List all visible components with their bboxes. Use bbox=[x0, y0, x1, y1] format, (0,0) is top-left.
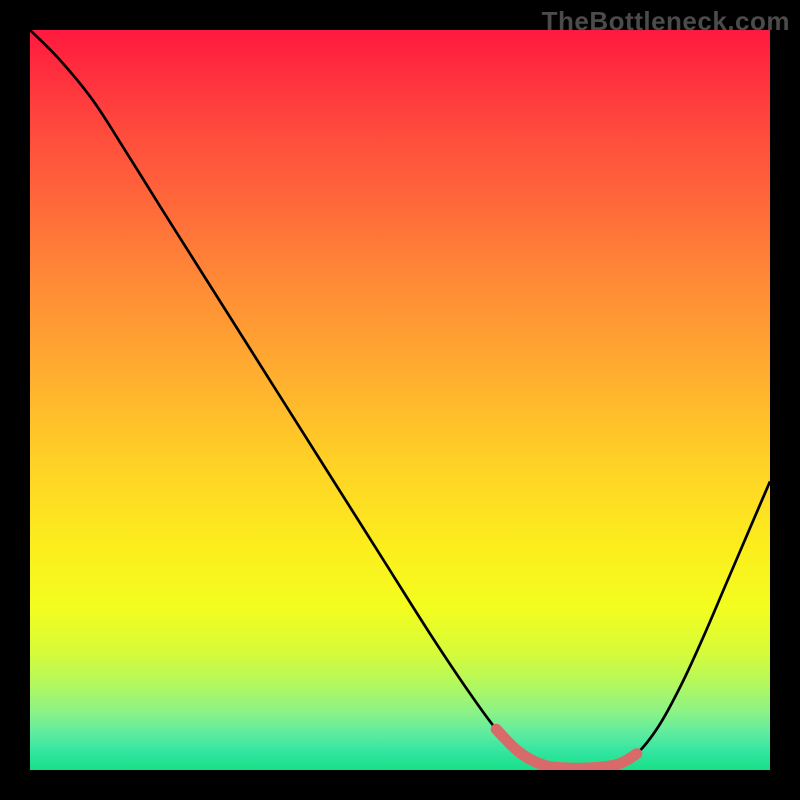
plot-area bbox=[30, 30, 770, 770]
background-gradient bbox=[30, 30, 770, 770]
watermark-label: TheBottleneck.com bbox=[542, 6, 790, 37]
chart-frame: TheBottleneck.com bbox=[0, 0, 800, 800]
